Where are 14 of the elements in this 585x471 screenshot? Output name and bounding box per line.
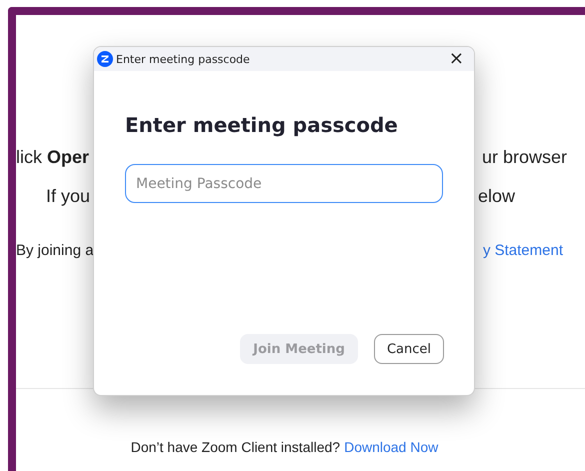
instruction-text: By joining a (16, 242, 94, 259)
cancel-button[interactable]: Cancel (374, 334, 444, 364)
footer-text: Don’t have Zoom Client installed? (130, 439, 340, 455)
instruction-text: lick Oper (16, 147, 90, 169)
instruction-text: If you (46, 186, 90, 208)
instruction-text: ur browser (482, 147, 567, 169)
dialog-heading: Enter meeting passcode (125, 113, 399, 137)
privacy-link[interactable]: y Statement (482, 242, 563, 259)
window-title: Enter meeting passcode (116, 52, 251, 66)
download-link[interactable]: Download Now (344, 439, 438, 455)
app-logo-icon (97, 51, 113, 67)
passcode-field[interactable]: Meeting Passcode (125, 164, 443, 203)
close-button[interactable]: × (444, 50, 468, 68)
instruction-text: elow (478, 186, 515, 208)
